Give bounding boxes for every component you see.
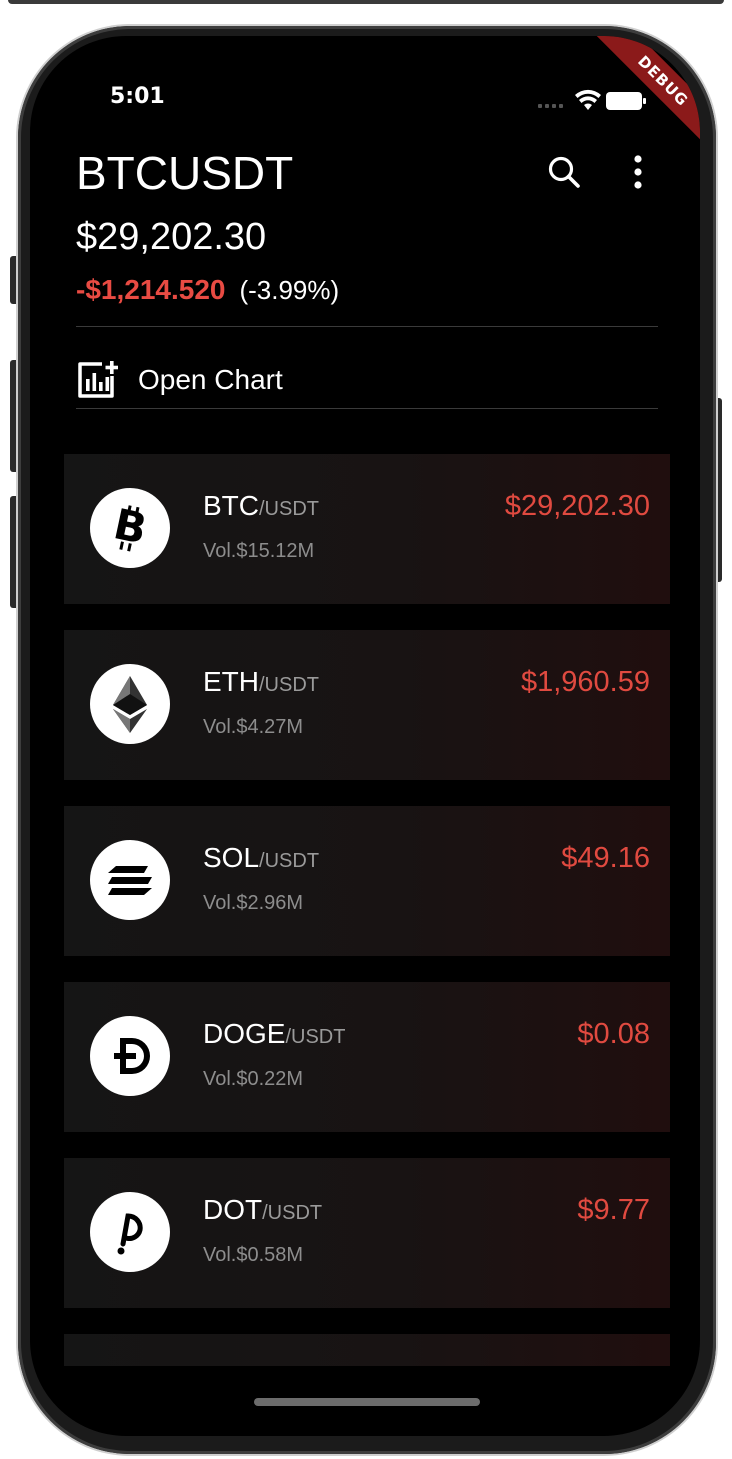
price-change-percent: (-3.99%) [239, 274, 340, 305]
search-icon[interactable] [546, 154, 582, 190]
coin-logo [90, 1192, 170, 1272]
divider-top [76, 326, 658, 327]
divider-bottom [76, 408, 658, 409]
coin-pair: ETH/USDT [203, 666, 319, 698]
coin-card-btc[interactable]: B BTC/USDT Vol.$15.12M $29,202.30 [64, 454, 670, 604]
coin-quote: /USDT [259, 850, 320, 872]
coin-price: $1,960.59 [520, 666, 650, 698]
coin-quote: /USDT [259, 674, 319, 696]
current-price: $29,202.30 [76, 216, 267, 258]
coin-price: $29,202.30 [504, 490, 650, 522]
coin-logo [90, 840, 170, 920]
coin-pair: DOT/USDT [203, 1194, 322, 1226]
coin-card-eth[interactable]: ETH/USDT Vol.$4.27M $1,960.59 [64, 630, 670, 780]
open-chart-label: Open Chart [138, 364, 283, 395]
coin-card-partial[interactable] [64, 1334, 670, 1366]
coin-price: $0.08 [577, 1018, 650, 1050]
open-chart-button[interactable]: Open Chart [76, 346, 658, 414]
coin-volume: Vol.$0.58M [203, 1244, 304, 1266]
app-screen: 5:01 DEBUG BTCUSDT $29,202.30 -$1,214.52… [30, 36, 700, 1436]
coin-logo [90, 664, 170, 744]
coin-logo [90, 1016, 170, 1096]
coin-volume: Vol.$2.96M [203, 892, 304, 914]
coin-pair: BTC/USDT [203, 490, 319, 522]
coin-price: $49.16 [561, 842, 650, 874]
solana-icon [108, 866, 152, 895]
wifi-icon [575, 89, 601, 110]
coin-volume: Vol.$15.12M [203, 540, 315, 562]
polkadot-icon [117, 1213, 143, 1255]
dogecoin-icon [114, 1038, 150, 1074]
coin-base: DOT [203, 1194, 263, 1225]
coin-base: DOGE [203, 1018, 286, 1049]
coin-volume: Vol.$4.27M [203, 716, 304, 738]
coin-price: $9.77 [577, 1194, 650, 1226]
coin-card-doge[interactable]: DOGE/USDT Vol.$0.22M $0.08 [64, 982, 670, 1132]
coin-base: BTC [203, 490, 259, 521]
price-change-absolute: -$1,214.520 [76, 274, 226, 305]
add-chart-icon [78, 361, 118, 398]
coin-pair: DOGE/USDT [203, 1018, 345, 1050]
top-edge-bar [8, 0, 724, 4]
page-title: BTCUSDT [76, 147, 294, 199]
coin-logo: B [90, 488, 170, 568]
coin-card-sol[interactable]: SOL/USDT Vol.$2.96M $49.16 [64, 806, 670, 956]
coin-quote: /USDT [285, 1026, 346, 1048]
coin-base: SOL [203, 842, 260, 873]
coin-base: ETH [203, 666, 259, 697]
coin-quote: /USDT [262, 1202, 323, 1224]
home-indicator[interactable] [254, 1398, 480, 1406]
price-change: -$1,214.520 (-3.99%) [76, 270, 339, 310]
status-time: 5:01 [110, 84, 165, 109]
more-vert-icon[interactable] [628, 154, 648, 190]
coin-pair: SOL/USDT [203, 842, 319, 874]
battery-icon [606, 92, 646, 110]
coin-card-dot[interactable]: DOT/USDT Vol.$0.58M $9.77 [64, 1158, 670, 1308]
coin-volume: Vol.$0.22M [203, 1068, 304, 1090]
ethereum-icon [113, 676, 147, 733]
bitcoin-icon: B [110, 499, 152, 554]
status-icons [538, 89, 646, 110]
coin-quote: /USDT [259, 498, 319, 520]
signal-icon [538, 104, 563, 108]
